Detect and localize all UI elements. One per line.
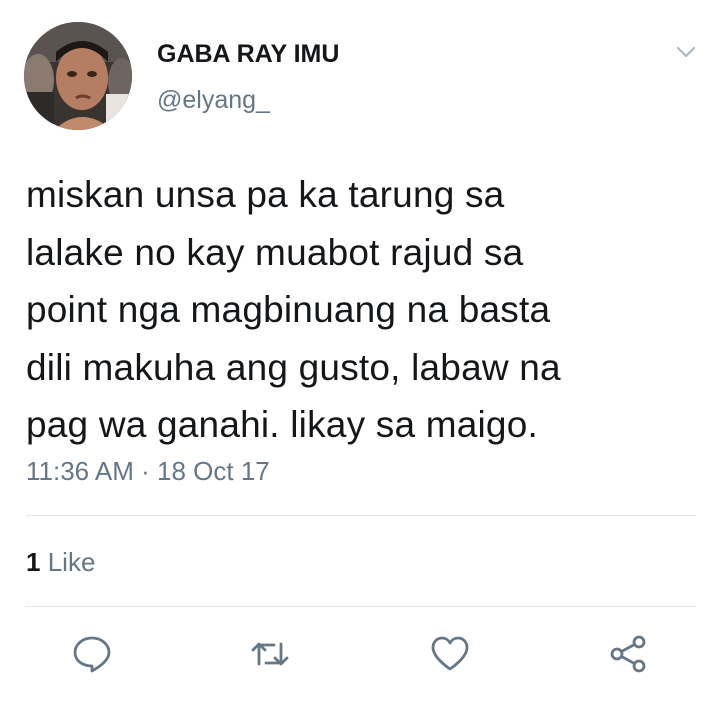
divider xyxy=(26,515,696,516)
chevron-down-icon[interactable] xyxy=(674,40,698,64)
tweet-text-line: pag wa ganahi. likay sa maigo. xyxy=(26,404,538,445)
avatar[interactable] xyxy=(24,22,132,130)
author-display-name[interactable]: GABA RAY IMU xyxy=(157,40,339,69)
retweet-button[interactable] xyxy=(250,634,290,674)
divider xyxy=(26,606,696,607)
retweet-icon xyxy=(251,642,289,666)
share-icon xyxy=(610,635,646,673)
like-stats[interactable]: 1 Like xyxy=(26,547,95,578)
tweet-text-line: lalake no kay muabot rajud sa xyxy=(26,231,524,273)
share-button[interactable] xyxy=(608,634,648,674)
reply-icon xyxy=(73,636,111,673)
tweet-text-line: dili makuha ang gusto, labaw na xyxy=(26,346,561,388)
avatar-image xyxy=(24,22,132,130)
tweet-text-line: miskan unsa pa ka tarung sa xyxy=(26,174,505,215)
heart-icon xyxy=(431,636,469,671)
reply-button[interactable] xyxy=(72,634,112,674)
author-handle[interactable]: @elyang_ xyxy=(157,86,270,115)
like-count: 1 xyxy=(26,547,41,577)
tweet-text-line: point nga magbinuang na basta xyxy=(26,289,551,330)
like-button[interactable] xyxy=(430,634,470,674)
tweet-timestamp[interactable]: 11:36 AM · 18 Oct 17 xyxy=(26,456,270,487)
tweet-text: miskan unsa pa ka tarung sa lalake no ka… xyxy=(26,166,696,454)
like-label: Like xyxy=(47,547,96,577)
